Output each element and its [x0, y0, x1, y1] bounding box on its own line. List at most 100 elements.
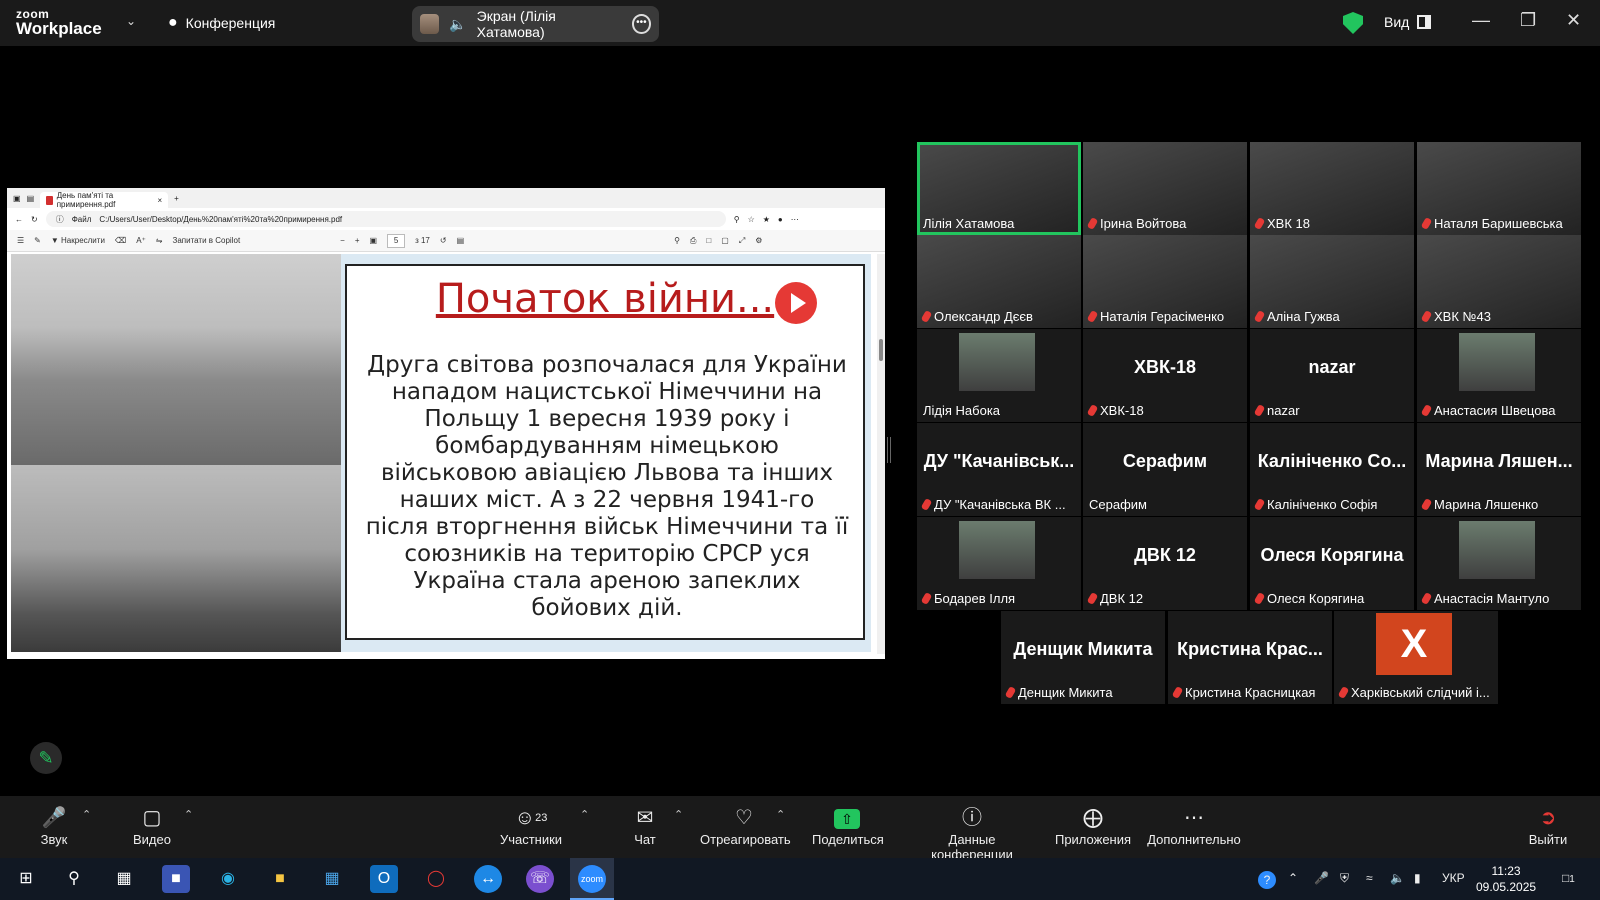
print-icon[interactable]: ⎙ [690, 236, 696, 246]
restore-icon[interactable]: ❐ [1520, 10, 1536, 31]
defender-icon[interactable]: ⛨ [1340, 871, 1349, 886]
play-icon[interactable] [775, 282, 817, 324]
participants-button[interactable]: ☺23 Участники [496, 804, 566, 847]
chat-button[interactable]: ✉ Чат [630, 804, 660, 847]
zoom-logo[interactable]: zoom Workplace [16, 8, 102, 37]
wifi-icon[interactable]: ≈ [1366, 871, 1373, 885]
view-button[interactable]: Вид [1384, 14, 1432, 30]
chevron-down-icon[interactable]: ⌄ [126, 14, 136, 28]
scrollbar[interactable] [877, 254, 885, 654]
participant-tile[interactable]: Ірина Войтова [1083, 142, 1247, 235]
video-button[interactable]: ▢ Видео [128, 804, 176, 847]
eraser-icon[interactable]: ⌫ [115, 236, 126, 245]
fit-icon[interactable]: ▣ [370, 236, 378, 245]
clock[interactable]: 11:23 09.05.2025 [1476, 863, 1536, 895]
participant-tile[interactable]: Наталія Герасіменко [1083, 235, 1247, 328]
new-tab-icon[interactable]: + [174, 194, 179, 203]
participant-tile[interactable]: Денщик Микита Денщик Микита [1001, 611, 1165, 704]
save-as-icon[interactable]: ▢ [721, 236, 729, 245]
settings-icon[interactable]: ⚙ [755, 236, 762, 245]
participant-tile[interactable]: X Харківський слідчий і... [1334, 611, 1498, 704]
favorite-icon[interactable]: ☆ [748, 215, 755, 224]
chat-options-icon[interactable]: ⌃ [674, 808, 683, 821]
scrollbar-thumb[interactable] [879, 339, 883, 361]
apps-button[interactable]: ⨁ Приложения [1054, 804, 1132, 847]
zoom-icon[interactable]: ⚲ [734, 215, 740, 224]
outlook-icon[interactable]: O [370, 865, 398, 893]
participant-tile[interactable]: Бодарев Ілля [917, 517, 1081, 610]
more-button[interactable]: ⋯ Дополнительно [1146, 804, 1242, 847]
leave-button[interactable]: ➲ Выйти [1528, 804, 1568, 847]
participant-tile[interactable]: Анастасия Швецова [1417, 329, 1581, 422]
opera-icon[interactable]: ◯ [422, 865, 450, 893]
security-shield-icon[interactable] [1343, 12, 1363, 34]
participant-tile[interactable]: Аліна Гужва [1250, 235, 1414, 328]
battery-icon[interactable]: ▮ [1414, 871, 1421, 885]
participant-tile[interactable]: Лідія Набока [917, 329, 1081, 422]
participant-tile[interactable]: ХВК 18 [1250, 142, 1414, 235]
participant-tile[interactable]: Наталя Баришевська [1417, 142, 1581, 235]
page-number-input[interactable]: 5 [387, 233, 406, 248]
meeting-label[interactable]: ● Конференция [168, 14, 275, 32]
participants-options-icon[interactable]: ⌃ [580, 808, 589, 821]
screen-share-indicator[interactable]: 🔈 Экран (Лілія Хатамова) ••• [412, 6, 659, 42]
folder-icon[interactable]: ■ [266, 865, 294, 893]
menu-icon[interactable]: ⋯ [791, 215, 799, 224]
react-button[interactable]: ♡ Отреагировать [700, 804, 791, 847]
annotate-icon[interactable]: ✎ [30, 742, 62, 774]
zoom-out-icon[interactable]: − [340, 236, 345, 245]
minimize-icon[interactable]: — [1472, 10, 1490, 31]
store-icon[interactable]: ▦ [318, 865, 346, 893]
profile-icon[interactable]: ● [778, 215, 783, 224]
resize-handle[interactable] [887, 437, 891, 463]
participant-tile[interactable]: Марина Ляшен... Марина Ляшенко [1417, 423, 1581, 516]
page-view-icon[interactable]: ▤ [457, 236, 465, 245]
participant-tile[interactable]: Серафим Серафим [1083, 423, 1247, 516]
teamviewer-icon[interactable]: ↔ [474, 865, 502, 893]
participant-tile[interactable]: Лілія Хатамова [917, 142, 1081, 235]
participant-tile[interactable]: ДУ "Качанівськ... ДУ "Качанівська ВК ... [917, 423, 1081, 516]
contents-icon[interactable]: ☰ [17, 236, 24, 245]
copilot-button[interactable]: Запитати в Copilot [173, 236, 241, 245]
close-icon[interactable]: ✕ [1566, 10, 1581, 31]
participant-tile[interactable]: ДВК 12 ДВК 12 [1083, 517, 1247, 610]
tab-actions-icon[interactable]: ▣ [13, 194, 21, 203]
audio-button[interactable]: 🎤 Звук [34, 804, 74, 847]
help-icon[interactable]: ? [1258, 871, 1276, 889]
tab-list-icon[interactable]: ▤ [27, 194, 35, 203]
language-indicator[interactable]: УКР [1442, 871, 1465, 885]
share-button[interactable]: ⇧ Поделиться [812, 804, 884, 847]
browser-tab[interactable]: День пам'яті та примирення.pdf × [40, 191, 169, 209]
collections-icon[interactable]: ★ [763, 215, 770, 224]
tray-expand-icon[interactable]: ⌃ [1288, 871, 1298, 885]
address-bar[interactable]: ⓘ Файл C:/Users/User/Desktop/День%20пам'… [45, 211, 726, 227]
refresh-icon[interactable]: ↻ [31, 215, 38, 224]
save-app-icon[interactable]: ■ [162, 865, 190, 893]
more-options-icon[interactable]: ••• [631, 14, 651, 34]
participant-tile[interactable]: Кристина Крас... Кристина Красницкая [1168, 611, 1332, 704]
fullscreen-icon[interactable]: ⤢ [739, 236, 745, 246]
meeting-info-button[interactable]: ⓘ Данные конференции [906, 804, 1038, 862]
edge-icon[interactable]: ◉ [214, 865, 242, 893]
notifications-icon[interactable]: □1 [1562, 871, 1575, 885]
mic-tray-icon[interactable]: 🎤 [1314, 871, 1329, 885]
zoom-app-icon[interactable]: zoom [578, 865, 606, 893]
participant-tile[interactable]: ХВК-18 ХВК-18 [1083, 329, 1247, 422]
translate-icon[interactable]: ⇋ [156, 236, 163, 245]
back-icon[interactable]: ← [15, 215, 23, 224]
react-options-icon[interactable]: ⌃ [776, 808, 785, 821]
highlight-icon[interactable]: ✎ [34, 236, 41, 245]
read-aloud-icon[interactable]: A⁺ [136, 236, 146, 245]
zoom-in-icon[interactable]: + [355, 236, 360, 245]
participant-tile[interactable]: Калініченко Со... Калініченко Софія [1250, 423, 1414, 516]
participant-tile[interactable]: nazar nazar [1250, 329, 1414, 422]
search-icon[interactable]: ⚲ [60, 865, 88, 893]
volume-icon[interactable]: 🔈 [1390, 871, 1405, 885]
close-tab-icon[interactable]: × [157, 196, 162, 205]
save-icon[interactable]: □ [706, 236, 711, 245]
draw-button[interactable]: ▼ Накреслити [51, 236, 105, 245]
participant-tile[interactable]: Олександр Дєєв [917, 235, 1081, 328]
search-icon[interactable]: ⚲ [674, 236, 680, 245]
participant-tile[interactable]: Анастасія Мантуло [1417, 517, 1581, 610]
participant-tile[interactable]: Олеся Корягина Олеся Корягина [1250, 517, 1414, 610]
